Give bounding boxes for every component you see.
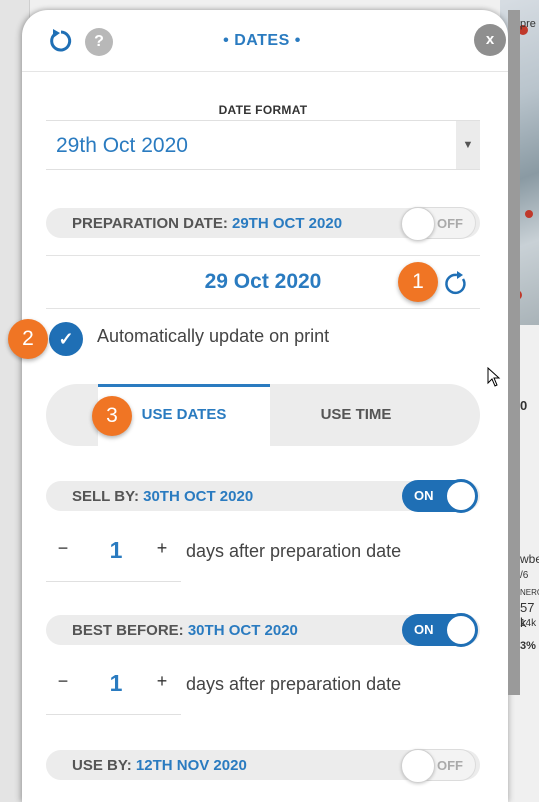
background-text: 0 [520, 398, 528, 413]
date-format-label: DATE FORMAT [218, 103, 308, 117]
sell-by-toggle[interactable]: ON [402, 479, 478, 513]
stepper-divider [46, 581, 181, 582]
background-text: NERG [520, 588, 539, 597]
reset-icon[interactable] [48, 28, 74, 54]
mouse-cursor-icon [487, 367, 501, 387]
best-before-stepper: − 1 + days after preparation date [46, 657, 480, 715]
sell-by-days-text: days after preparation date [186, 541, 402, 561]
panel-scrollbar[interactable] [508, 10, 520, 695]
sell-by-label: SELL BY: 30TH OCT 2020 [72, 488, 254, 505]
panel-title: • DATES • [223, 32, 301, 49]
toggle-label: ON [414, 622, 434, 637]
check-icon[interactable]: ✓ [49, 322, 83, 356]
background-text: wbe [520, 552, 539, 566]
decrement-button[interactable]: − [53, 671, 73, 692]
best-before-label: BEST BEFORE: 30TH OCT 2020 [72, 622, 298, 639]
dates-panel: ? • DATES • x DATE FORMAT 29th Oct 2020 … [22, 10, 508, 802]
toggle-knob [401, 207, 435, 241]
background-text: /6 [520, 570, 529, 581]
use-by-label: USE BY: 12TH NOV 2020 [72, 757, 247, 774]
sell-by-stepper: − 1 + days after preparation date [46, 524, 480, 582]
date-format-select[interactable]: 29th Oct 2020 ▼ [46, 120, 480, 170]
preparation-date-row: PREPARATION DATE: 29TH OCT 2020 OFF [46, 207, 480, 241]
best-before-days-text: days after preparation date [186, 674, 402, 694]
stepper-divider [46, 714, 181, 715]
best-before-value: 30TH OCT 2020 [187, 622, 298, 639]
background-text: 14k [520, 618, 537, 629]
toggle-knob [401, 749, 435, 783]
best-before-row: BEST BEFORE: 30TH OCT 2020 ON [46, 613, 480, 647]
chevron-down-icon[interactable]: ▼ [456, 121, 480, 169]
auto-update-label[interactable]: Automatically update on print [97, 326, 329, 347]
sell-by-value: 30TH OCT 2020 [143, 488, 254, 505]
toggle-label: ON [414, 488, 434, 503]
background-text: 3% [520, 640, 536, 652]
use-by-toggle[interactable]: OFF [401, 749, 476, 783]
decrement-button[interactable]: − [53, 538, 73, 559]
tab-use-time[interactable]: USE TIME [270, 384, 442, 446]
close-button[interactable]: x [474, 24, 506, 56]
background-text: pre [520, 18, 536, 30]
increment-button[interactable]: + [152, 671, 172, 692]
toggle-label: OFF [437, 216, 463, 231]
best-before-days-value[interactable]: 1 [101, 670, 131, 697]
toggle-knob [444, 479, 478, 513]
help-icon[interactable]: ? [85, 28, 113, 56]
preparation-date-value: 29TH OCT 2020 [232, 215, 343, 232]
use-by-value: 12TH NOV 2020 [135, 757, 247, 774]
callout-badge-2: 2 [8, 319, 48, 359]
callout-badge-1: 1 [398, 262, 438, 302]
preparation-date-toggle[interactable]: OFF [401, 207, 476, 241]
sell-by-days-value[interactable]: 1 [101, 537, 131, 564]
date-format-value: 29th Oct 2020 [56, 134, 188, 157]
sell-by-row: SELL BY: 30TH OCT 2020 ON [46, 479, 480, 513]
callout-badge-3: 3 [92, 396, 132, 436]
increment-button[interactable]: + [152, 538, 172, 559]
refresh-icon[interactable] [444, 271, 470, 297]
toggle-knob [444, 613, 478, 647]
best-before-toggle[interactable]: ON [402, 613, 478, 647]
use-by-row: USE BY: 12TH NOV 2020 OFF [46, 749, 480, 783]
preparation-date-label: PREPARATION DATE: 29TH OCT 2020 [72, 215, 343, 232]
toggle-label: OFF [437, 758, 463, 773]
panel-header: ? • DATES • x [22, 10, 508, 72]
